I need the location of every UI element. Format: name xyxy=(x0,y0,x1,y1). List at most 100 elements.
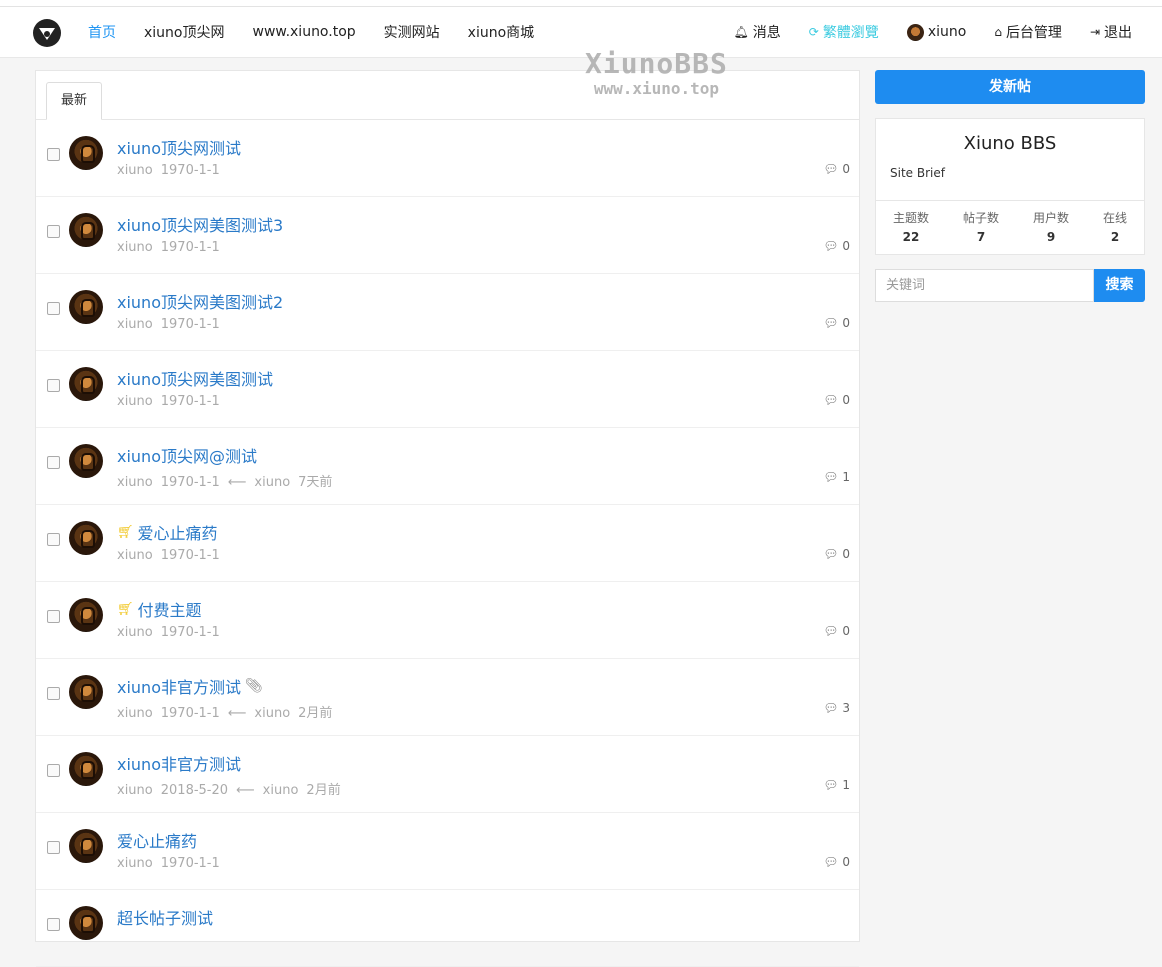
thread-row: 🛒︎ 付费主题 xiuno 1970-1-1 💬︎ 0 xyxy=(36,582,859,659)
thread-title[interactable]: xiuno顶尖网美图测试2 xyxy=(117,289,283,313)
thread-title[interactable]: 🛒︎ 爱心止痛药 xyxy=(117,520,218,544)
nav-xiuno-shop[interactable]: xiuno商城 xyxy=(468,22,535,42)
thread-list-panel: 最新 xiuno顶尖网测试 xiuno 1970-1-1 💬︎ 0 xiuno顶尖… xyxy=(35,70,860,967)
thread-title-text[interactable]: 爱心止痛药 xyxy=(117,828,197,852)
thread-checkbox[interactable] xyxy=(47,225,60,238)
thread-title-text[interactable]: xiuno顶尖网美图测试 xyxy=(117,366,273,390)
last-reply-user[interactable]: xiuno xyxy=(254,475,290,490)
search-button[interactable]: 搜索 xyxy=(1094,269,1145,302)
reply-count: 💬︎ 0 xyxy=(823,624,850,638)
author-avatar[interactable] xyxy=(69,906,103,940)
watermark-url: www.xiuno.top xyxy=(593,79,720,98)
comment-icon: 💬︎ xyxy=(823,855,839,869)
nav-xiuno-top[interactable]: www.xiuno.top xyxy=(253,24,356,40)
author-avatar[interactable] xyxy=(69,752,103,786)
thread-checkbox[interactable] xyxy=(47,918,60,931)
reply-count-value: 0 xyxy=(842,547,850,561)
thread-title[interactable]: 超长帖子测试 xyxy=(117,905,213,929)
author-avatar[interactable] xyxy=(69,290,103,324)
thread-checkbox[interactable] xyxy=(47,764,60,777)
author-avatar[interactable] xyxy=(69,675,103,709)
comment-icon: 💬︎ xyxy=(823,393,839,407)
thread-title-text[interactable]: 爱心止痛药 xyxy=(138,520,218,544)
author-avatar[interactable] xyxy=(69,136,103,170)
thread-author[interactable]: xiuno xyxy=(117,317,153,332)
reply-count-value: 1 xyxy=(842,470,850,484)
thread-checkbox[interactable] xyxy=(47,841,60,854)
thread-title-text[interactable]: 超长帖子测试 xyxy=(117,905,213,929)
author-avatar[interactable] xyxy=(69,213,103,247)
thread-title[interactable]: 爱心止痛药 xyxy=(117,828,197,852)
thread-title[interactable]: xiuno顶尖网美图测试 xyxy=(117,366,273,390)
thread-title[interactable]: xiuno顶尖网测试 xyxy=(117,135,241,159)
thread-title[interactable]: xiuno非官方测试 📎︎ xyxy=(117,674,263,698)
site-brief: Site Brief xyxy=(890,166,945,180)
messages-link[interactable]: 🔔︎ 消息 xyxy=(734,22,781,42)
author-avatar[interactable] xyxy=(69,829,103,863)
user-profile-link[interactable]: xiuno xyxy=(906,23,966,41)
thread-checkbox[interactable] xyxy=(47,379,60,392)
comment-icon: 💬︎ xyxy=(823,316,839,330)
reply-count-value: 0 xyxy=(842,393,850,407)
thread-checkbox[interactable] xyxy=(47,687,60,700)
thread-checkbox[interactable] xyxy=(47,148,60,161)
search-form: 关键词 搜索 xyxy=(875,269,1145,302)
thread-title-text[interactable]: xiuno顶尖网@测试 xyxy=(117,443,257,467)
thread-title-text[interactable]: xiuno非官方测试 xyxy=(117,751,241,775)
thread-title-text[interactable]: xiuno非官方测试 xyxy=(117,674,241,698)
thread-title-text[interactable]: xiuno顶尖网测试 xyxy=(117,135,241,159)
thread-date: 1970-1-1 xyxy=(160,706,220,721)
thread-author[interactable]: xiuno xyxy=(117,475,153,490)
thread-checkbox[interactable] xyxy=(47,302,60,315)
nav-test-site[interactable]: 实测网站 xyxy=(384,22,440,42)
thread-meta: xiuno 2018-5-20 ⟵ xiuno 2月前 xyxy=(117,779,349,798)
thread-author[interactable]: xiuno xyxy=(117,394,153,409)
stat-users: 用户数 9 xyxy=(1033,209,1069,244)
admin-link[interactable]: ⌂ 后台管理 xyxy=(994,22,1062,42)
thread-checkbox[interactable] xyxy=(47,610,60,623)
new-post-button[interactable]: 发新帖 xyxy=(875,70,1145,104)
author-avatar[interactable] xyxy=(69,367,103,401)
thread-title-text[interactable]: 付费主题 xyxy=(138,597,202,621)
nav-xiuno-top-cn[interactable]: xiuno顶尖网 xyxy=(144,22,225,42)
site-name: Xiuno BBS xyxy=(963,133,1057,154)
last-reply-user[interactable]: xiuno xyxy=(263,783,299,798)
author-avatar[interactable] xyxy=(69,444,103,478)
thread-author[interactable]: xiuno xyxy=(117,240,153,255)
reply-count: 💬︎ 0 xyxy=(823,316,850,330)
thread-author[interactable]: xiuno xyxy=(117,548,153,563)
thread-date: 1970-1-1 xyxy=(160,240,220,255)
thread-title-text[interactable]: xiuno顶尖网美图测试3 xyxy=(117,212,283,236)
author-avatar[interactable] xyxy=(69,521,103,555)
last-reply-user[interactable]: xiuno xyxy=(254,706,290,721)
thread-checkbox[interactable] xyxy=(47,533,60,546)
reply-count-value: 0 xyxy=(842,162,850,176)
thread-title-text[interactable]: xiuno顶尖网美图测试2 xyxy=(117,289,283,313)
logout-link[interactable]: ⇥ 退出 xyxy=(1090,22,1132,42)
thread-title[interactable]: xiuno顶尖网@测试 xyxy=(117,443,257,467)
last-reply-time: 7天前 xyxy=(298,475,333,490)
site-logo-icon[interactable] xyxy=(33,19,61,47)
thread-author[interactable]: xiuno xyxy=(117,783,153,798)
thread-checkbox[interactable] xyxy=(47,456,60,469)
thread-author[interactable]: xiuno xyxy=(117,706,153,721)
search-input[interactable]: 关键词 xyxy=(875,269,1094,302)
thread-title[interactable]: xiuno非官方测试 xyxy=(117,751,241,775)
tab-latest[interactable]: 最新 xyxy=(46,82,103,120)
messages-label: 消息 xyxy=(752,25,781,41)
thread-author[interactable]: xiuno xyxy=(117,625,153,640)
last-reply-time: 2月前 xyxy=(306,783,341,798)
thread-title[interactable]: 🛒︎ 付费主题 xyxy=(117,597,202,621)
thread-row: xiuno非官方测试 📎︎ xiuno 1970-1-1 ⟵ xiuno 2月前 💬︎ 3 xyxy=(36,659,859,736)
thread-date: 1970-1-1 xyxy=(160,625,220,640)
thread-author[interactable]: xiuno xyxy=(117,163,153,178)
thread-author[interactable]: xiuno xyxy=(117,856,153,871)
nav-home[interactable]: 首页 xyxy=(88,22,116,42)
thread-row: xiuno顶尖网美图测试 xiuno 1970-1-1 💬︎ 0 xyxy=(36,351,859,428)
thread-title[interactable]: xiuno顶尖网美图测试3 xyxy=(117,212,283,236)
author-avatar[interactable] xyxy=(69,598,103,632)
reply-count: 💬︎ 1 xyxy=(823,778,850,792)
thread-meta: xiuno 1970-1-1 xyxy=(117,394,228,409)
traditional-chinese-toggle[interactable]: ⟳ 繁體瀏覽 xyxy=(809,22,879,42)
stat-threads: 主题数 22 xyxy=(893,209,929,244)
